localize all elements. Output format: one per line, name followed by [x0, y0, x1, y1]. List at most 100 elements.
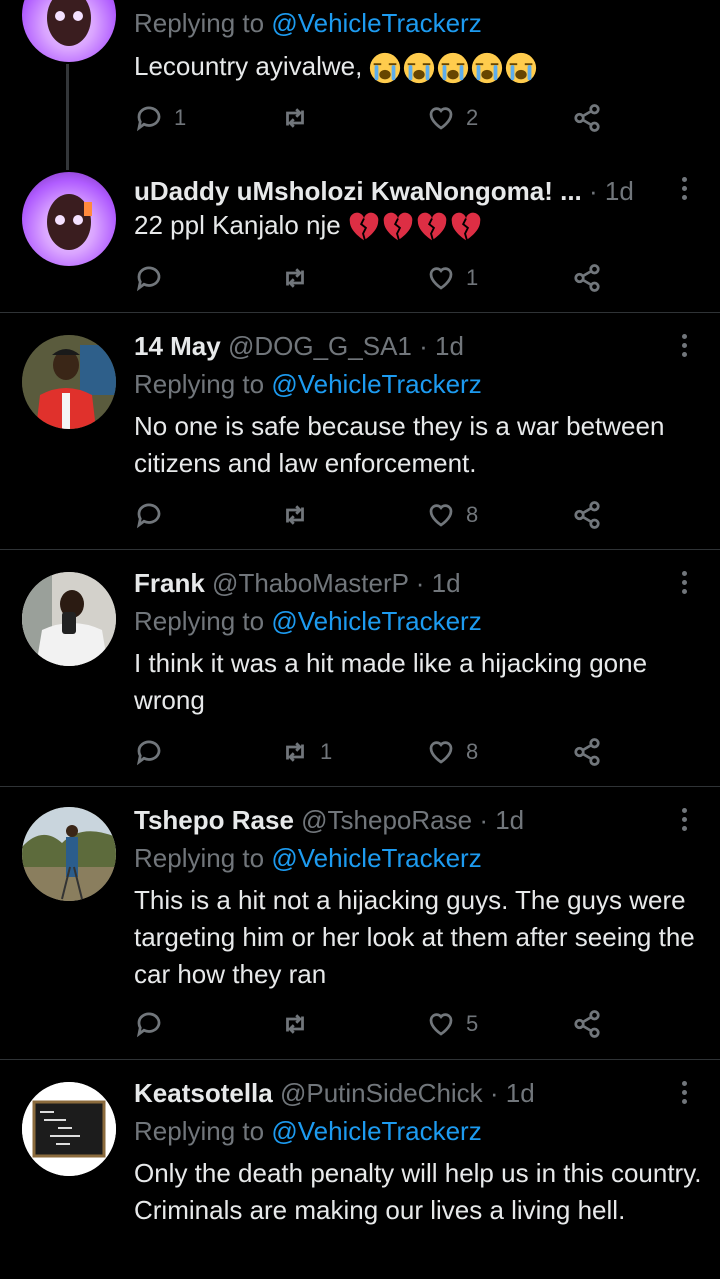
reply-button[interactable]: 1 — [134, 101, 186, 135]
display-name[interactable]: Keatsotella — [134, 1078, 273, 1108]
broken-heart-icon — [451, 212, 481, 241]
like-count: 5 — [466, 1011, 479, 1036]
more-options-icon[interactable] — [676, 568, 692, 598]
loudly-crying-face-icon — [404, 53, 435, 84]
tweet-actions: 8 — [134, 498, 614, 532]
reply-icon — [136, 266, 161, 292]
broken-heart-icon — [383, 212, 413, 241]
reply-button[interactable] — [134, 1007, 174, 1041]
replying-to: Replying to @VehicleTrackerz — [134, 606, 482, 636]
more-options-icon[interactable] — [676, 331, 692, 361]
tweet-header: Keatsotella @PutinSideChick · 1d — [134, 1076, 535, 1110]
more-options-icon[interactable] — [676, 174, 692, 204]
display-name[interactable]: Frank — [134, 568, 205, 598]
broken-heart-icon — [349, 212, 379, 241]
tweet-text: 22 ppl Kanjalo nje — [134, 207, 704, 244]
mention-link[interactable]: @VehicleTrackerz — [271, 1116, 481, 1146]
thread-line — [66, 64, 69, 170]
loudly-crying-face-icon — [370, 53, 401, 84]
like-button[interactable]: 1 — [426, 261, 478, 295]
avatar[interactable] — [22, 335, 116, 429]
avatar[interactable] — [22, 572, 116, 666]
display-name[interactable]: uDaddy uMsholozi KwaNongoma! ... — [134, 176, 582, 206]
retweet-icon — [286, 268, 304, 288]
avatar-photo-icon — [22, 572, 116, 666]
avatar[interactable] — [22, 0, 116, 62]
reply-icon — [136, 106, 161, 132]
avatar[interactable] — [22, 172, 116, 266]
loudly-crying-face-icon — [472, 53, 503, 84]
mention-link[interactable]: @VehicleTrackerz — [271, 369, 481, 399]
like-button[interactable]: 8 — [426, 498, 478, 532]
tweet-text: Lecountry ayivalwe, — [134, 48, 704, 85]
heart-icon — [429, 741, 453, 764]
replying-to: Replying to @VehicleTrackerz — [134, 1116, 482, 1146]
retweet-icon — [286, 108, 304, 128]
user-handle[interactable]: @DOG_G_SA1 — [228, 331, 412, 361]
reply-button[interactable] — [134, 735, 174, 769]
more-options-icon[interactable] — [676, 1078, 692, 1108]
user-handle[interactable]: @TshepoRase — [301, 805, 472, 835]
reply-icon — [136, 1012, 161, 1038]
retweet-button[interactable] — [280, 498, 320, 532]
avatar[interactable] — [22, 1082, 116, 1176]
tweet-header: 14 May @DOG_G_SA1 · 1d — [134, 329, 464, 363]
tweet-5[interactable]: Tshepo Rase @TshepoRase · 1d Replying to… — [0, 787, 720, 1059]
like-button[interactable]: 2 — [426, 101, 478, 135]
tweet-time: · 1d — [415, 568, 461, 598]
tweet-6[interactable]: Keatsotella @PutinSideChick · 1d Replyin… — [0, 1060, 720, 1279]
mention-link[interactable]: @VehicleTrackerz — [271, 843, 481, 873]
display-name[interactable]: Tshepo Rase — [134, 805, 294, 835]
retweet-button[interactable] — [280, 261, 320, 295]
mention-link[interactable]: @VehicleTrackerz — [271, 606, 481, 636]
more-options-icon[interactable] — [676, 805, 692, 835]
reply-button[interactable] — [134, 498, 174, 532]
avatar[interactable] — [22, 807, 116, 901]
retweet-button[interactable]: 1 — [280, 735, 332, 769]
avatar-photo-icon — [22, 807, 116, 901]
like-button[interactable]: 8 — [426, 735, 478, 769]
like-button[interactable]: 5 — [426, 1007, 478, 1041]
share-button[interactable] — [572, 101, 602, 135]
tweet-4[interactable]: Frank @ThaboMasterP · 1d Replying to @Ve… — [0, 550, 720, 786]
user-handle[interactable]: @ThaboMasterP — [212, 568, 408, 598]
tweet-header: Tshepo Rase @TshepoRase · 1d — [134, 803, 524, 837]
share-button[interactable] — [572, 735, 602, 769]
share-icon — [574, 1010, 600, 1038]
tweet-actions: 5 — [134, 1007, 614, 1041]
tweet-time: · 1d — [589, 176, 634, 206]
heart-icon — [429, 267, 453, 290]
heart-icon — [429, 504, 453, 527]
heart-icon — [429, 107, 453, 130]
share-icon — [574, 104, 600, 132]
reply-button[interactable] — [134, 261, 174, 295]
mention-link[interactable]: @VehicleTrackerz — [271, 8, 481, 38]
tweet-text: Only the death penalty will help us in t… — [134, 1158, 702, 1225]
tweet-2[interactable]: uDaddy uMsholozi KwaNongoma! ... · 1d 22… — [0, 160, 720, 312]
tweet-time: · 1d — [489, 1078, 535, 1108]
share-button[interactable] — [572, 261, 602, 295]
retweet-button[interactable] — [280, 101, 320, 135]
tweet-text: This is a hit not a hijacking guys. The … — [134, 885, 695, 989]
share-icon — [574, 501, 600, 529]
tweet-1[interactable]: Replying to @VehicleTrackerz Lecountry a… — [0, 0, 720, 170]
like-count: 8 — [466, 502, 479, 527]
display-name[interactable]: 14 May — [134, 331, 221, 361]
reply-icon — [136, 740, 161, 766]
retweet-icon — [286, 505, 304, 525]
tweet-actions: 1 8 — [134, 735, 614, 769]
emoji-row — [368, 51, 538, 85]
retweet-button[interactable] — [280, 1007, 320, 1041]
tweet-3[interactable]: 14 May @DOG_G_SA1 · 1d Replying to @Vehi… — [0, 313, 720, 549]
tweet-time: · 1d — [479, 805, 525, 835]
reply-icon — [136, 503, 161, 529]
share-button[interactable] — [572, 1007, 602, 1041]
heart-icon — [429, 1013, 453, 1036]
replying-to: Replying to @VehicleTrackerz — [134, 843, 482, 873]
emoji-row — [347, 210, 483, 244]
loudly-crying-face-icon — [438, 53, 469, 84]
tweet-time: · 1d — [419, 331, 464, 361]
user-handle[interactable]: @PutinSideChick — [280, 1078, 483, 1108]
share-button[interactable] — [572, 498, 602, 532]
like-count: 1 — [466, 265, 479, 290]
